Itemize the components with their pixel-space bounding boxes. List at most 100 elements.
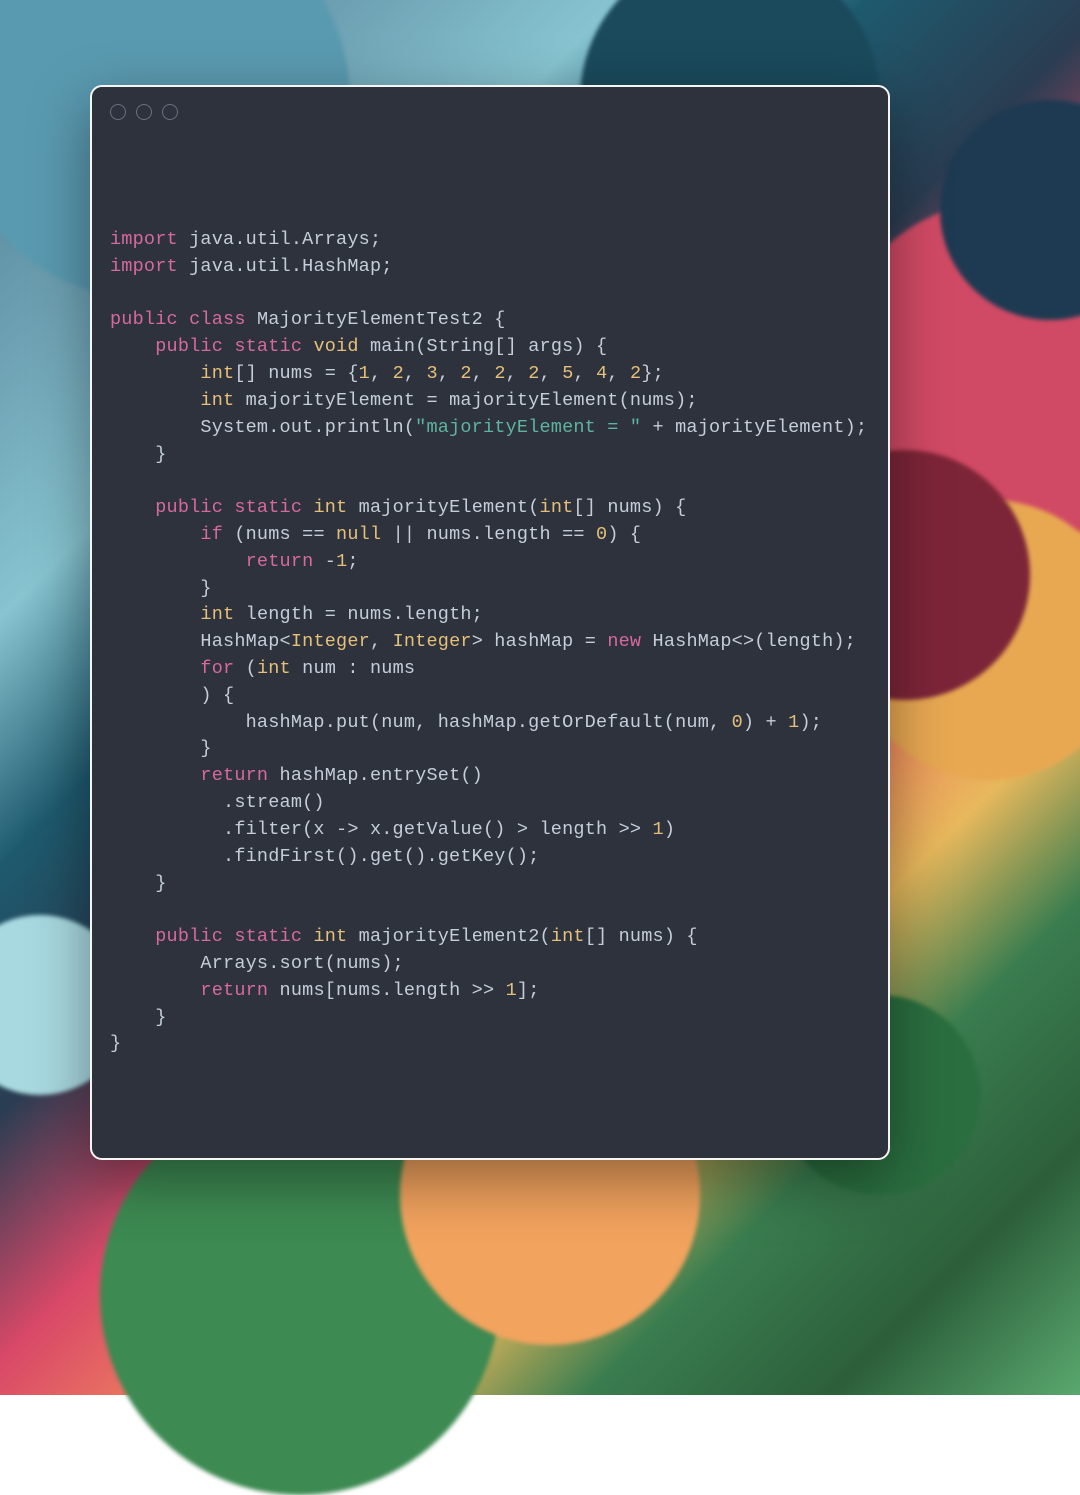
- code-token: .stream(): [110, 792, 325, 813]
- code-token: (nums ==: [234, 524, 336, 545]
- code-line: }: [110, 576, 870, 603]
- code-token: [110, 524, 200, 545]
- code-token: ) {: [110, 685, 234, 706]
- code-token: return: [200, 765, 279, 786]
- code-line: }: [110, 736, 870, 763]
- code-token: [110, 497, 155, 518]
- code-token: [110, 980, 200, 1001]
- code-line: for (int num : nums: [110, 656, 870, 683]
- code-token: majorityElement(: [359, 497, 540, 518]
- code-line: ) {: [110, 683, 870, 710]
- code-token: ,: [506, 363, 529, 384]
- code-token: new: [607, 631, 652, 652]
- code-token: }: [110, 444, 167, 465]
- window-maximize-button[interactable]: [162, 104, 178, 120]
- code-token: 1: [506, 980, 517, 1001]
- code-token: .findFirst().get().getKey();: [110, 846, 539, 867]
- code-token: public static: [155, 926, 313, 947]
- code-line: public static int majorityElement(int[] …: [110, 495, 870, 522]
- code-editor-window: import java.util.Arrays;import java.util…: [90, 85, 890, 1160]
- code-token: [110, 551, 246, 572]
- code-token: [] nums) {: [573, 497, 686, 518]
- code-line: }: [110, 442, 870, 469]
- code-token: return: [200, 980, 279, 1001]
- code-token: }: [110, 1007, 167, 1028]
- code-token: int: [540, 497, 574, 518]
- code-token: + majorityElement);: [641, 417, 867, 438]
- code-line: return hashMap.entrySet(): [110, 763, 870, 790]
- code-token: ;: [347, 551, 358, 572]
- code-line: if (nums == null || nums.length == 0) {: [110, 522, 870, 549]
- code-token: }: [110, 578, 212, 599]
- code-token: for: [200, 658, 245, 679]
- code-token: 1: [653, 819, 664, 840]
- code-token: main: [370, 336, 415, 357]
- code-token: }: [110, 873, 167, 894]
- code-token: ];: [517, 980, 540, 1001]
- code-token: import: [110, 256, 189, 277]
- code-token: num : nums: [302, 658, 415, 679]
- code-line: import java.util.Arrays;: [110, 227, 870, 254]
- code-token: [110, 604, 200, 625]
- code-line: .filter(x -> x.getValue() > length >> 1): [110, 817, 870, 844]
- code-token: ,: [607, 363, 630, 384]
- code-token: int: [200, 604, 245, 625]
- code-line: }: [110, 1005, 870, 1032]
- code-token: if: [200, 524, 234, 545]
- code-token: (: [246, 658, 257, 679]
- code-token: MajorityElementTest2 {: [257, 309, 506, 330]
- code-token: ,: [540, 363, 563, 384]
- code-line: }: [110, 1031, 870, 1058]
- code-token: );: [799, 712, 822, 733]
- code-token: (: [415, 336, 426, 357]
- code-token: [] args) {: [494, 336, 607, 357]
- code-token: ,: [574, 363, 597, 384]
- code-token: 5: [562, 363, 573, 384]
- code-token: ,: [404, 363, 427, 384]
- code-content[interactable]: import java.util.Arrays;import java.util…: [92, 137, 888, 1082]
- code-token: public class: [110, 309, 257, 330]
- code-token: return: [246, 551, 325, 572]
- code-token: int: [551, 926, 585, 947]
- code-line: [110, 468, 870, 495]
- code-token: HashMap<: [110, 631, 291, 652]
- code-token: HashMap<>(length);: [653, 631, 856, 652]
- code-token: majorityElement = majorityElement(nums);: [246, 390, 698, 411]
- code-token: int: [313, 926, 358, 947]
- window-close-button[interactable]: [110, 104, 126, 120]
- code-token: hashMap.put(num, hashMap.getOrDefault(nu…: [110, 712, 732, 733]
- code-token: null: [336, 524, 393, 545]
- code-token: 3: [427, 363, 438, 384]
- code-token: ) {: [607, 524, 641, 545]
- code-token: 1: [788, 712, 799, 733]
- code-token: [] nums) {: [585, 926, 698, 947]
- code-token: int: [200, 390, 245, 411]
- code-line: public static int majorityElement2(int[]…: [110, 924, 870, 951]
- code-token: 4: [596, 363, 607, 384]
- code-token: int: [257, 658, 302, 679]
- code-token: int: [313, 497, 358, 518]
- code-token: ,: [370, 363, 393, 384]
- code-token: }: [110, 1033, 121, 1054]
- code-token: [110, 363, 200, 384]
- code-line: int[] nums = {1, 2, 3, 2, 2, 2, 5, 4, 2}…: [110, 361, 870, 388]
- code-token: void: [313, 336, 370, 357]
- code-token: [110, 765, 200, 786]
- code-token: java.util.HashMap;: [189, 256, 392, 277]
- code-token: }: [110, 738, 212, 759]
- code-token: "majorityElement = ": [415, 417, 641, 438]
- code-token: ,: [370, 631, 393, 652]
- code-token: .filter(x -> x.getValue() > length >>: [110, 819, 653, 840]
- code-token: public static: [155, 497, 313, 518]
- window-minimize-button[interactable]: [136, 104, 152, 120]
- code-token: 2: [494, 363, 505, 384]
- code-token: 0: [596, 524, 607, 545]
- code-token: java.util.Arrays;: [189, 229, 381, 250]
- code-token: 2: [630, 363, 641, 384]
- code-line: .stream(): [110, 790, 870, 817]
- code-token: 0: [732, 712, 743, 733]
- code-token: -: [325, 551, 336, 572]
- code-line: public class MajorityElementTest2 {: [110, 307, 870, 334]
- code-token: Integer: [393, 631, 472, 652]
- code-token: [110, 658, 200, 679]
